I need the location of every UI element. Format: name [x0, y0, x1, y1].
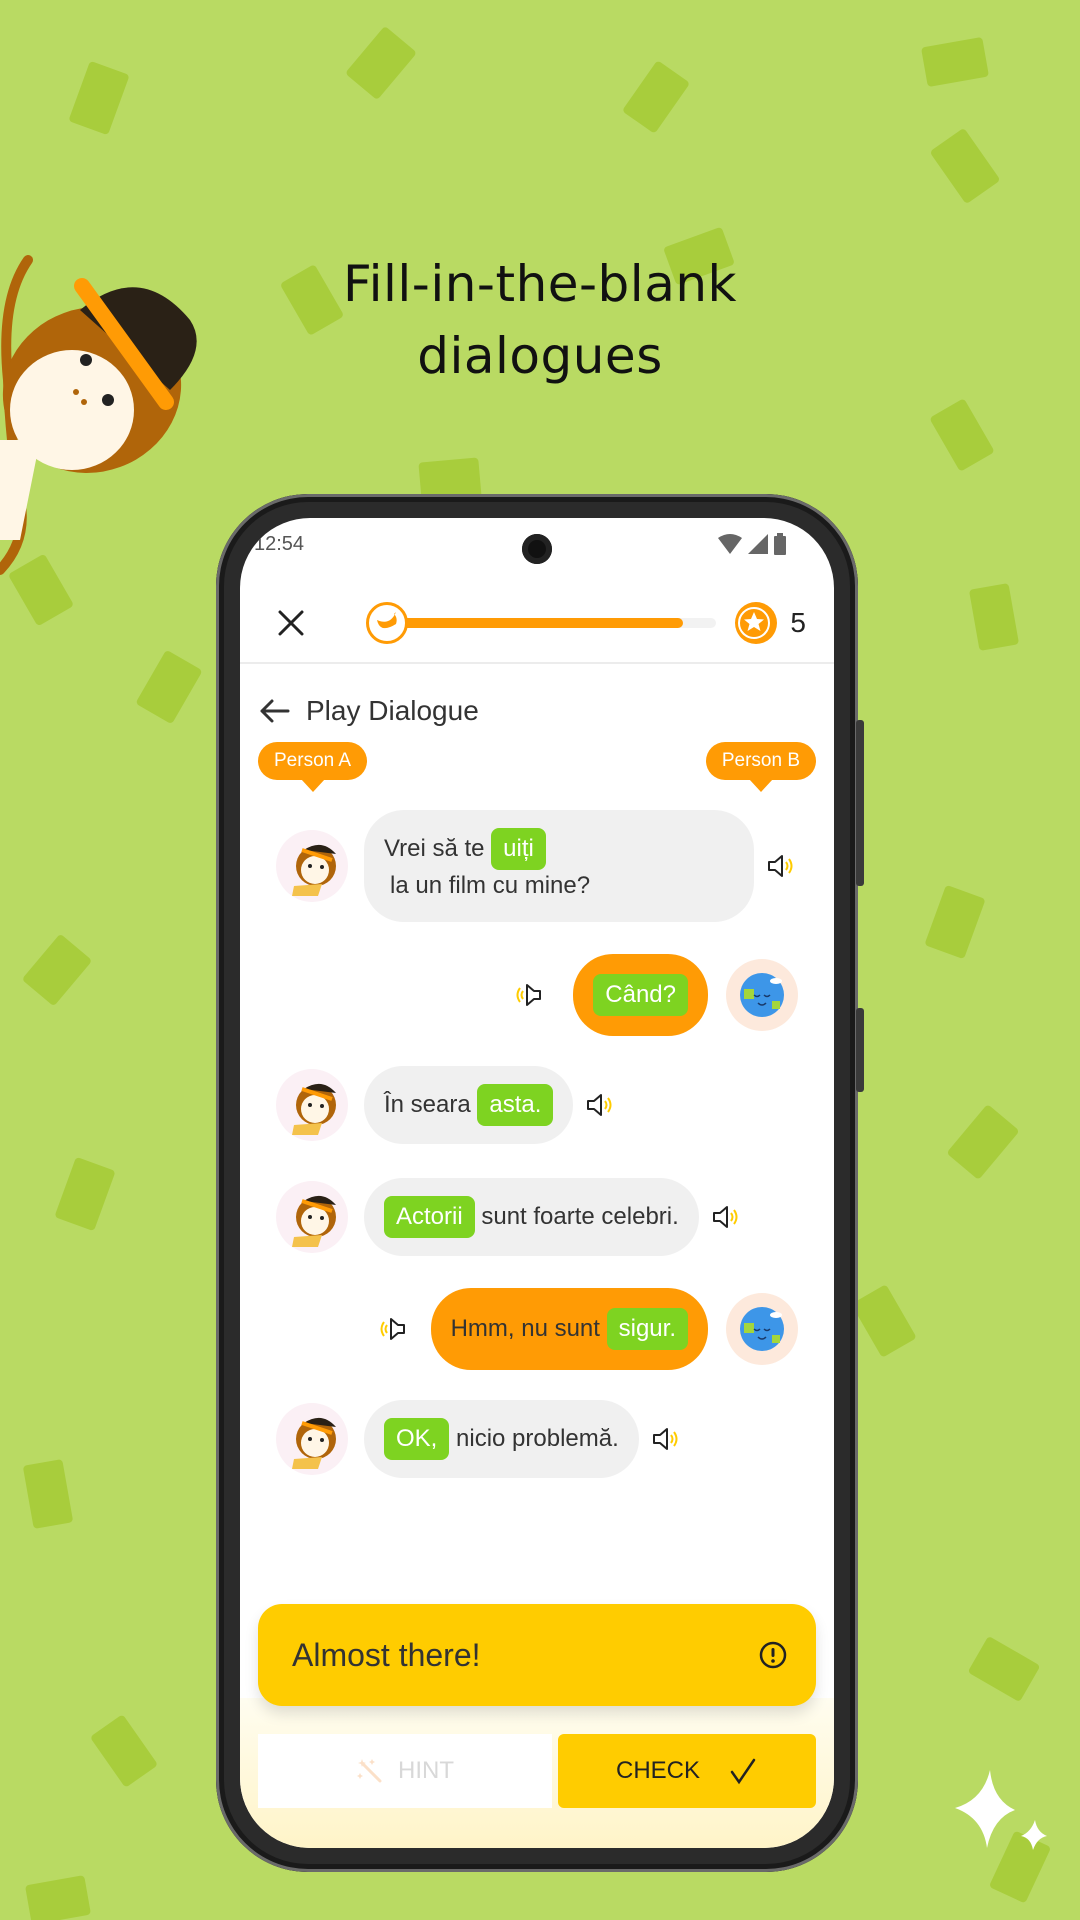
message-bubble: Actorii sunt foarte celebri.	[364, 1178, 699, 1257]
speaker-icon[interactable]	[377, 1314, 407, 1344]
confetti-shape	[54, 1156, 116, 1232]
page-title: Play Dialogue	[306, 695, 479, 726]
confetti-shape	[135, 649, 203, 725]
message-bubble: Hmm, nu sunt sigur.	[430, 1288, 708, 1371]
check-button[interactable]: CHECK	[558, 1734, 816, 1808]
message-bubble: În seara asta.	[364, 1066, 574, 1145]
filled-blank[interactable]: sigur.	[606, 1308, 688, 1351]
exclamation-circle-icon[interactable]	[758, 1640, 788, 1670]
confetti-shape	[68, 60, 130, 136]
wifi-icon	[718, 534, 742, 554]
dialogue-line-1: Vrei să te uiți la un film cu mine?	[276, 810, 796, 922]
coin-count: 5	[790, 607, 806, 638]
dialogue-line-5: Hmm, nu sunt sigur.	[377, 1288, 798, 1371]
star-coin-icon	[735, 602, 778, 644]
monkey-avatar	[276, 1069, 348, 1142]
message-bubble: OK, nicio problemă.	[364, 1400, 639, 1479]
message-text-after: la un film cu mine?	[390, 872, 591, 900]
message-bubble: Când?	[573, 954, 708, 1037]
monkey-mascot-illustration	[0, 255, 197, 575]
confetti-shape	[851, 1284, 917, 1358]
message-text-before: În seara	[384, 1091, 471, 1118]
banana-icon	[366, 602, 408, 644]
filled-blank[interactable]: uiți	[491, 828, 546, 871]
hint-button[interactable]: HINT	[258, 1734, 552, 1808]
sparkle-icon	[955, 1770, 1047, 1850]
hero-title-line-2: dialogues	[417, 327, 663, 385]
check-label: CHECK	[615, 1757, 700, 1784]
checkmark-icon	[730, 1758, 756, 1785]
battery-icon	[774, 533, 786, 555]
dialogue-line-6: OK, nicio problemă.	[276, 1400, 681, 1479]
dialogue-line-3: În seara asta.	[276, 1066, 615, 1145]
hero-title: Fill-in-the-blank dialogues	[240, 248, 840, 392]
confetti-shape	[920, 36, 990, 88]
confetti-shape	[24, 1875, 92, 1920]
earth-avatar	[726, 959, 798, 1032]
hint-label: HINT	[398, 1757, 454, 1784]
speaker-icon[interactable]	[513, 980, 543, 1010]
phone-side-button	[856, 720, 864, 886]
feedback-banner: Almost there!	[258, 1604, 816, 1706]
lesson-top-bar: 5	[240, 584, 834, 664]
filled-blank[interactable]: OK,	[384, 1418, 450, 1461]
monkey-avatar	[276, 1181, 348, 1254]
person-b-tag: Person B	[705, 742, 816, 792]
monkey-avatar	[276, 1403, 348, 1476]
progress-fill	[386, 618, 683, 628]
person-a-tag: Person A	[258, 742, 368, 792]
earth-avatar	[726, 1293, 798, 1366]
confetti-shape	[946, 1103, 1020, 1181]
lesson-progress-bar	[366, 600, 717, 646]
message-text-after: nicio problemă.	[456, 1425, 619, 1452]
confetti-shape	[89, 1714, 159, 1788]
message-text-before: Vrei să te	[384, 835, 485, 862]
hero-title-line-1: Fill-in-the-blank	[343, 255, 737, 313]
confetti-shape	[344, 25, 418, 101]
confetti-shape	[21, 933, 93, 1007]
message-bubble: Vrei să te uiți la un film cu mine?	[364, 810, 754, 922]
speaker-icon[interactable]	[766, 851, 796, 881]
message-text-before: Hmm, nu sunt	[450, 1315, 600, 1342]
speaker-icon[interactable]	[651, 1424, 681, 1454]
message-text-after: sunt foarte celebri.	[481, 1203, 679, 1230]
filled-blank[interactable]: Când?	[593, 974, 688, 1017]
phone-frame: 12:54 5 Play Dialogue Person A Person B …	[216, 494, 864, 1872]
speaker-icon[interactable]	[711, 1202, 741, 1232]
filled-blank[interactable]: Actorii	[384, 1196, 475, 1239]
confetti-shape	[967, 1635, 1041, 1703]
confetti-shape	[929, 398, 995, 472]
speaker-icon[interactable]	[585, 1090, 615, 1120]
status-icons	[718, 533, 786, 555]
phone-side-button	[856, 1008, 864, 1092]
page-header: Play Dialogue	[258, 694, 479, 728]
monkey-avatar	[276, 829, 348, 902]
arrow-left-icon[interactable]	[258, 694, 292, 728]
status-time: 12:54	[254, 532, 305, 555]
feedback-text: Almost there!	[292, 1636, 481, 1673]
confetti-shape	[22, 1459, 74, 1529]
app-screen: 12:54 5 Play Dialogue Person A Person B …	[240, 518, 834, 1848]
close-icon[interactable]	[274, 606, 308, 640]
front-camera	[522, 534, 552, 564]
dialogue-line-2: Când?	[513, 954, 798, 1037]
signal-icon	[748, 534, 768, 554]
magic-wand-icon	[357, 1759, 382, 1783]
confetti-shape	[968, 582, 1020, 652]
confetti-shape	[621, 60, 691, 134]
confetti-shape	[924, 884, 986, 960]
dialogue-line-4: Actorii sunt foarte celebri.	[276, 1178, 741, 1257]
filled-blank[interactable]: asta.	[477, 1084, 554, 1127]
confetti-shape	[929, 127, 1001, 205]
